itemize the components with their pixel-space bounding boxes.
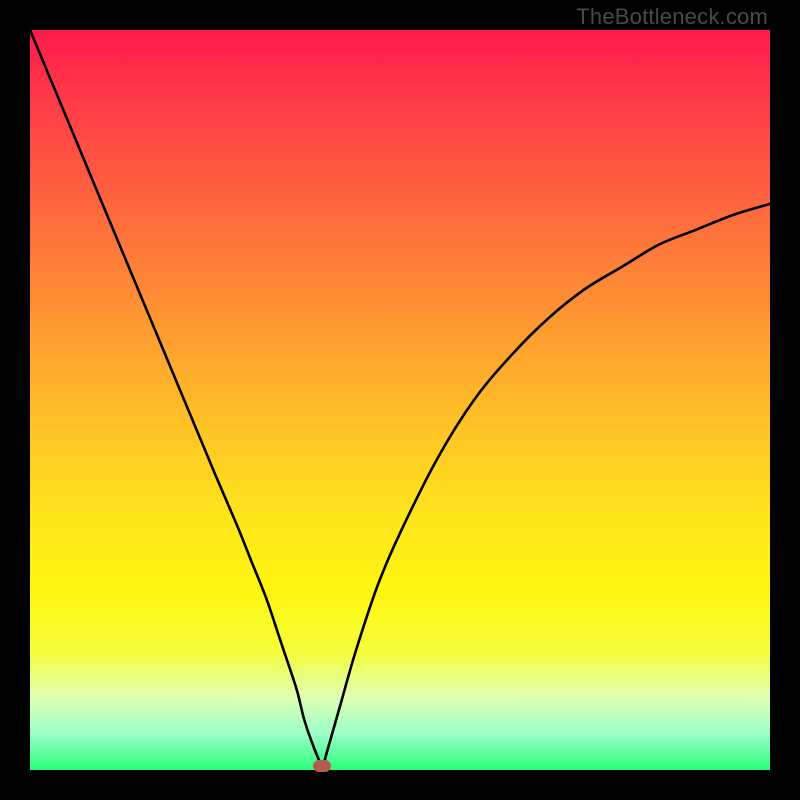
chart-frame: TheBottleneck.com	[0, 0, 800, 800]
curve-svg	[30, 30, 770, 770]
plot-area	[30, 30, 770, 770]
optimum-marker	[313, 760, 331, 772]
bottleneck-curve	[30, 30, 770, 767]
watermark-text: TheBottleneck.com	[576, 4, 768, 30]
